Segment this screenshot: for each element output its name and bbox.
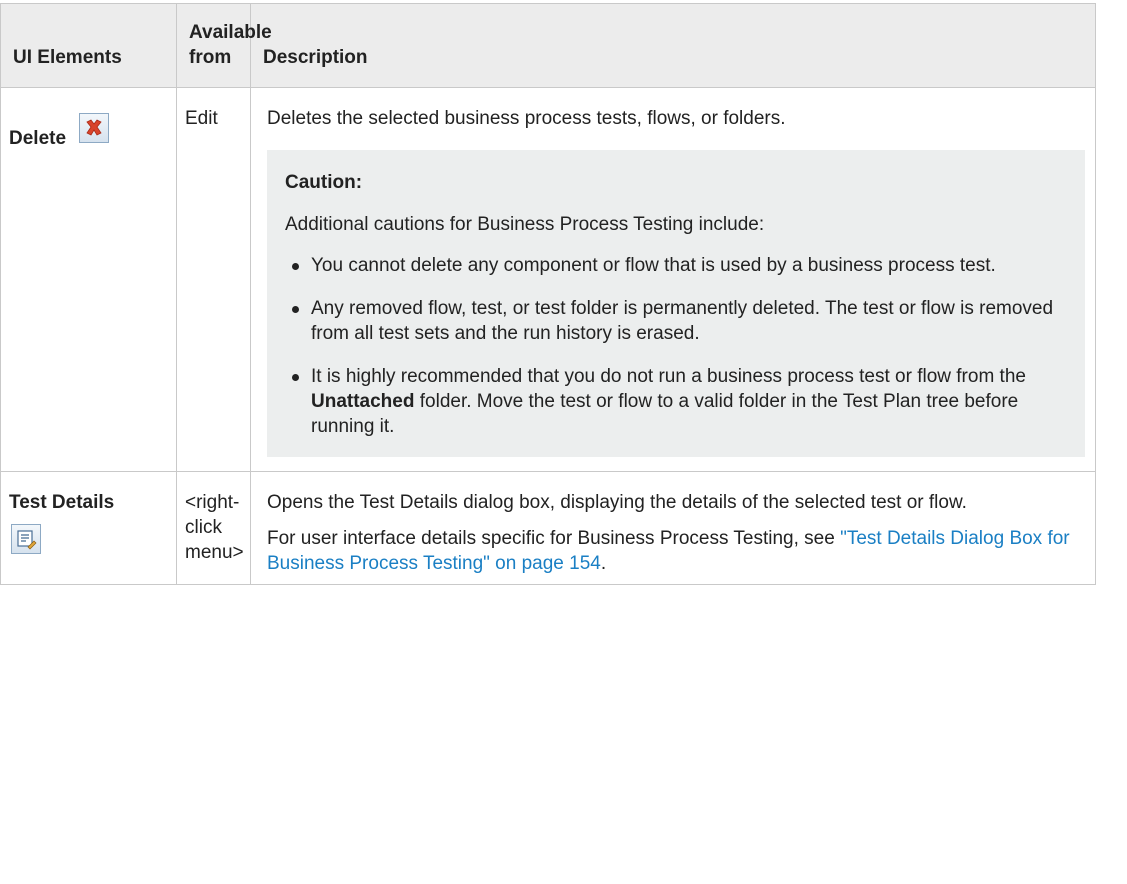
description-end: .	[600, 553, 607, 574]
caution-item-text: It is highly recommended that you do not…	[311, 366, 1026, 387]
table-header-row: UI Elements Available from Description	[0, 3, 1096, 88]
header-ui-elements: UI Elements	[0, 3, 177, 88]
cell-available-from: <right-click menu>	[176, 471, 251, 585]
cell-available-from: Edit	[176, 87, 251, 472]
cell-ui-element: Delete	[0, 87, 177, 472]
caution-title: Caution:	[285, 172, 363, 193]
header-description: Description	[250, 3, 1096, 88]
caution-item: It is highly recommended that you do not…	[292, 364, 1067, 439]
ui-elements-table: UI Elements Available from Description D…	[0, 3, 1096, 585]
caution-list: You cannot delete any component or flow …	[285, 253, 1067, 439]
table-row-test-details: Test Details <right-click menu> Opens th…	[0, 471, 1096, 585]
description-delete: Deletes the selected business process te…	[267, 108, 786, 129]
description-test-details: Opens the Test Details dialog box, displ…	[267, 492, 967, 513]
caution-item: Any removed flow, test, or test folder i…	[292, 296, 1067, 346]
test-details-icon	[11, 524, 41, 554]
table-row-delete: Delete Edit Deletes the selected busines…	[0, 87, 1096, 472]
cell-ui-element: Test Details	[0, 471, 177, 585]
cell-description: Opens the Test Details dialog box, displ…	[250, 471, 1096, 585]
unattached-folder-name: Unattached	[311, 391, 415, 412]
description-test-details-link-paragraph: For user interface details specific for …	[267, 526, 1085, 576]
header-available-from: Available from	[176, 3, 272, 88]
caution-box: Caution: Additional cautions for Busines…	[267, 150, 1085, 457]
caution-item: You cannot delete any component or flow …	[292, 253, 1067, 278]
element-name-delete: Delete	[9, 128, 67, 149]
available-from-edit: Edit	[185, 108, 218, 129]
delete-icon	[79, 112, 110, 143]
cell-description: Deletes the selected business process te…	[250, 87, 1096, 472]
available-from-right-click-menu: <right-click menu>	[185, 492, 244, 563]
element-name-test-details: Test Details	[9, 492, 115, 513]
caution-intro: Additional cautions for Business Process…	[285, 214, 765, 235]
caution-item-text: folder. Move the test or flow to a valid…	[311, 391, 1019, 437]
description-text: For user interface details specific for …	[267, 528, 841, 549]
